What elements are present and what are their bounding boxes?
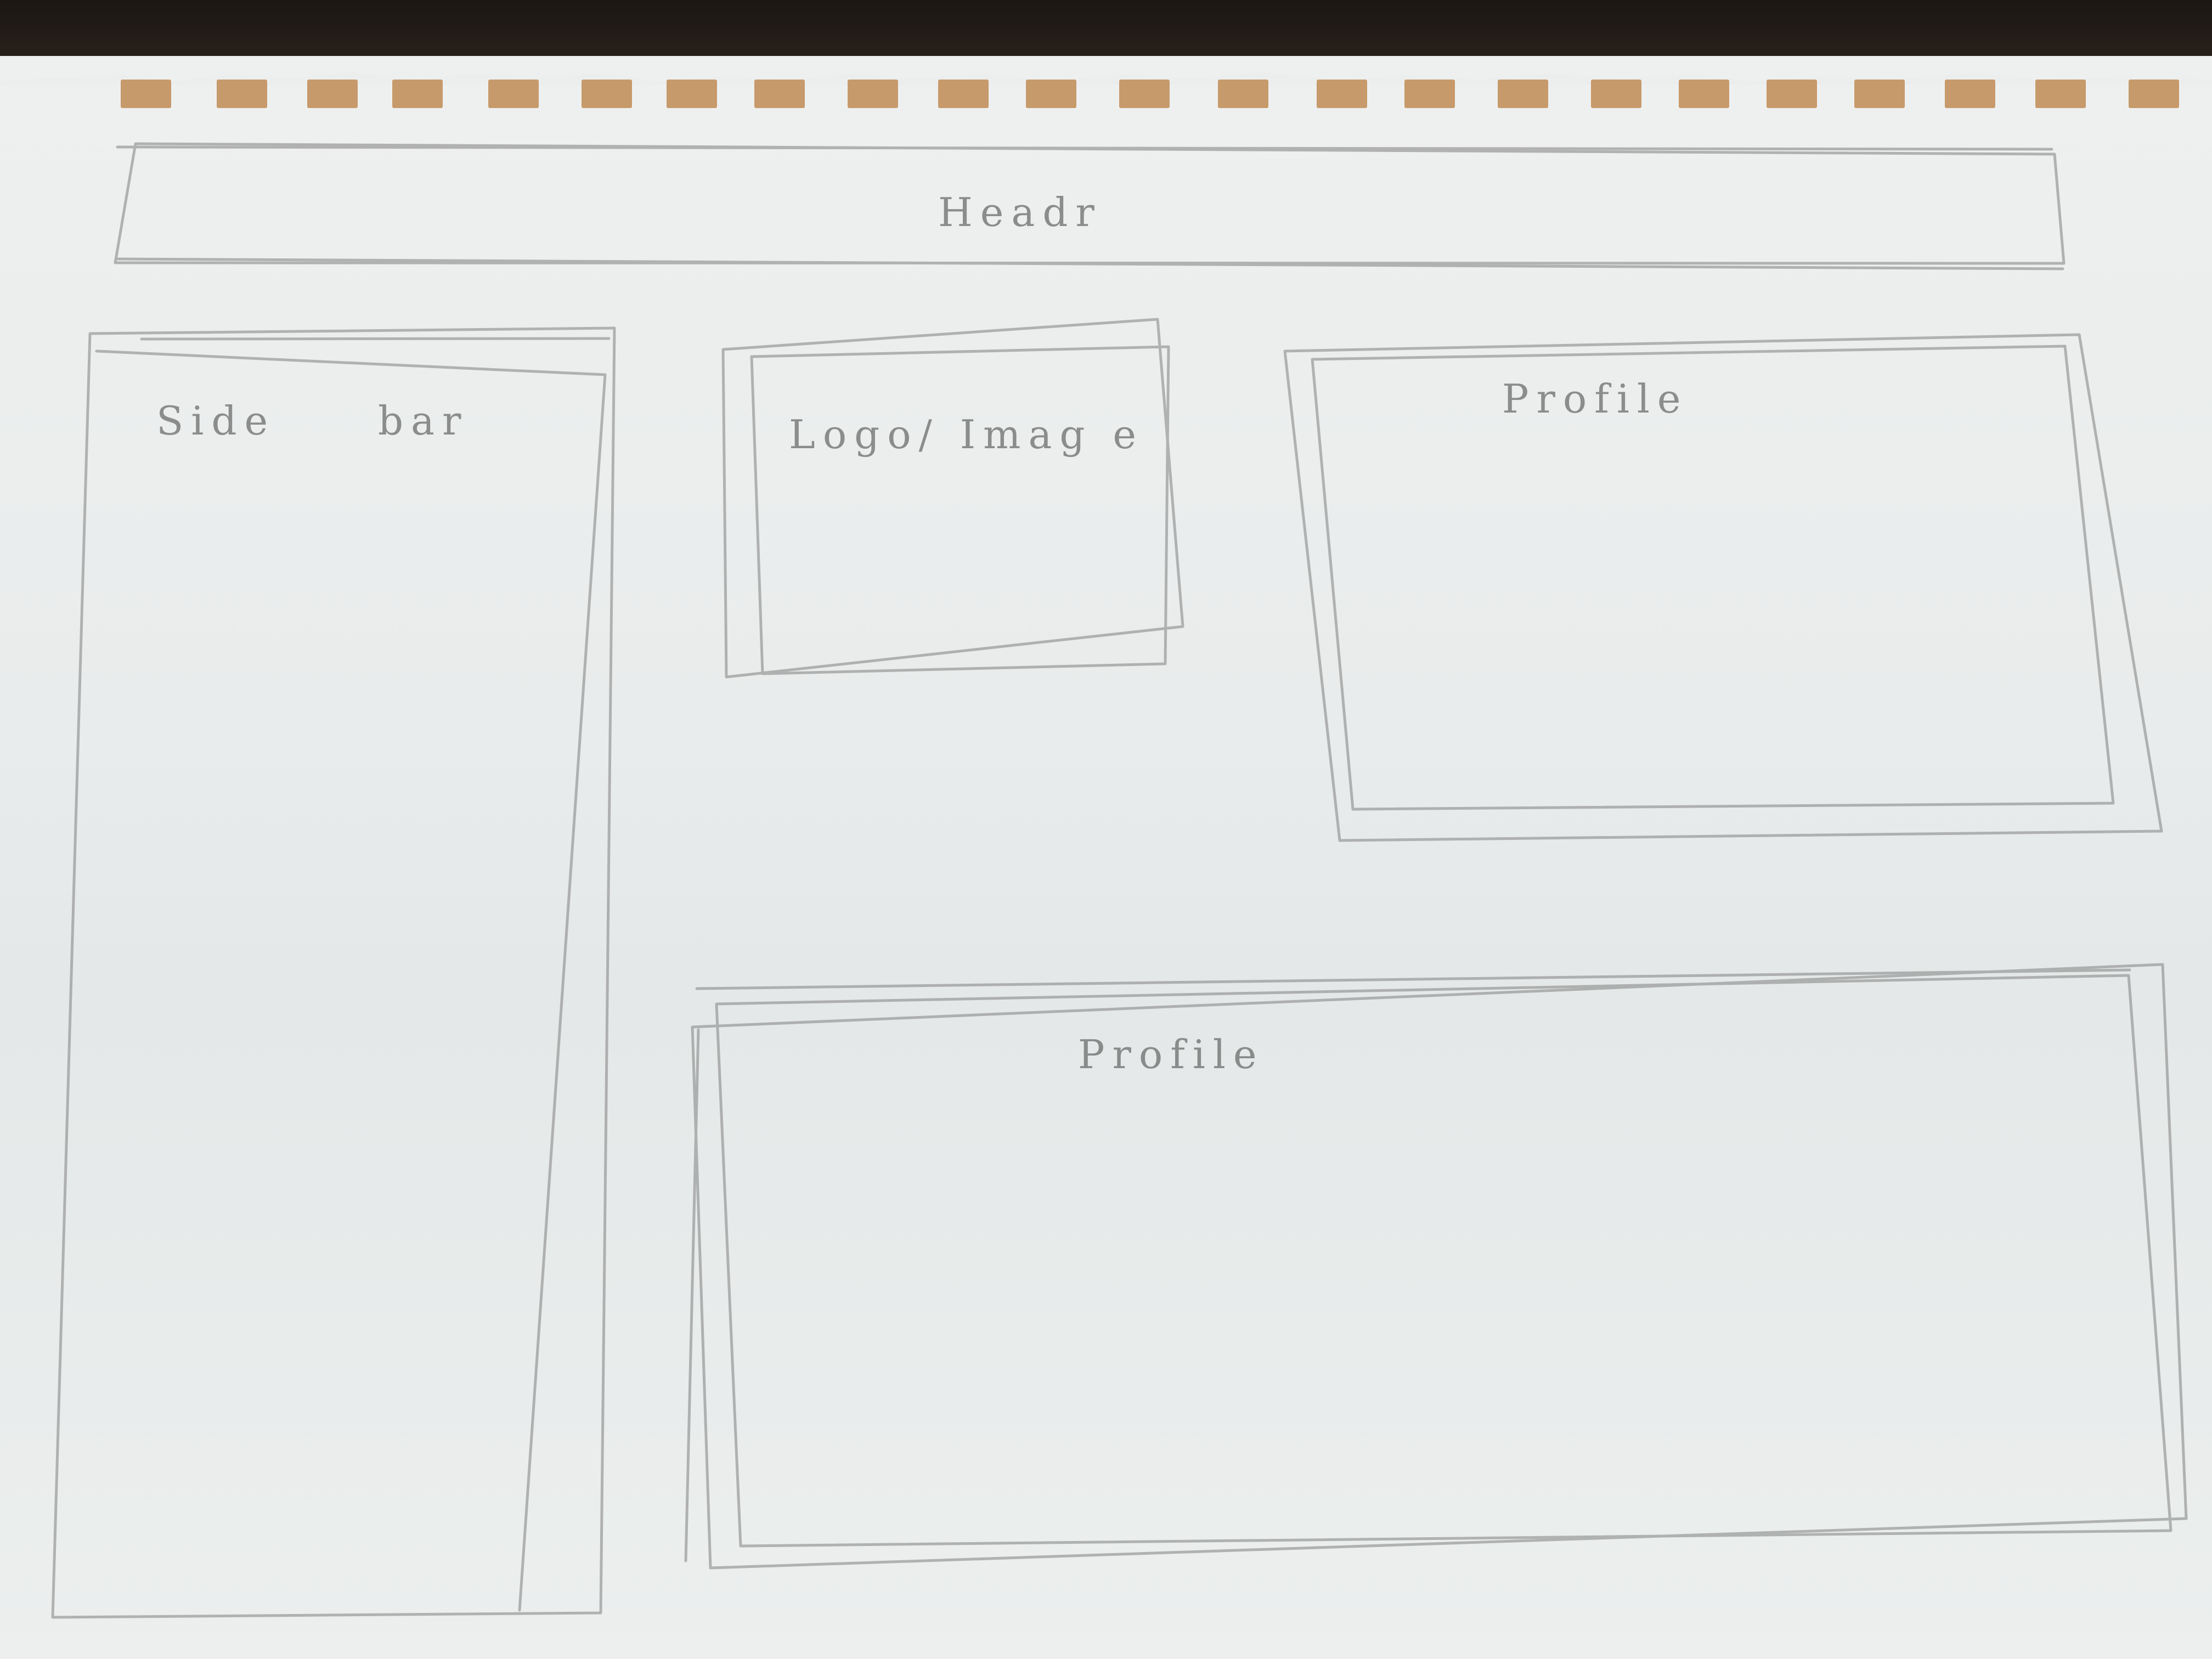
logo-box [721,318,1184,679]
profile-bottom-box [684,968,2131,1562]
logo-image-label: Logo/ Imag e [789,411,1144,458]
profile-bottom-box [715,974,2172,1548]
sidebar-box [51,326,616,1619]
wireframe-sketch [51,142,2188,1619]
notebook-photo: Headr Side bar Logo/ Imag e Profile Prof… [0,0,2212,1659]
header-label: Headr [938,189,1102,235]
profile-bottom-box [691,963,2188,1570]
sidebar-box [95,337,611,1612]
sidebar-label: Side bar [156,398,469,444]
profile-label: Profile [1078,1031,1265,1077]
profile-top-box [1283,333,2163,842]
profile-label: Profile [1502,376,1689,422]
profile-top-box [1311,345,2115,811]
logo-box [750,345,1170,675]
